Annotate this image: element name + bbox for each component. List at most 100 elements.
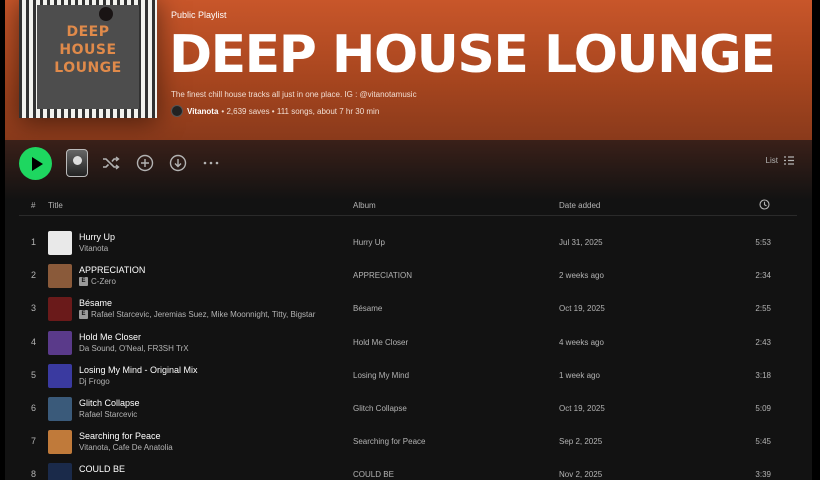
track-artist[interactable]: Da Sound, O'Neal, FR3SH TrX [79, 344, 189, 353]
track-album[interactable]: Glitch Collapse [353, 404, 407, 413]
download-button[interactable] [168, 153, 188, 173]
table-row[interactable]: 1 Hurry Up Vitanota Hurry Up Jul 31, 202… [19, 226, 797, 259]
track-artwork [48, 264, 72, 289]
view-mode-toggle[interactable]: List [766, 156, 794, 165]
table-row[interactable]: 6 Glitch Collapse Rafael Starcevic Glitc… [19, 392, 797, 425]
track-date-added: 4 weeks ago [559, 337, 604, 347]
download-icon [169, 154, 187, 172]
track-title[interactable]: Hold Me Closer [79, 332, 141, 342]
more-icon [203, 161, 219, 165]
header-index: # [31, 201, 36, 210]
track-index: 2 [31, 270, 37, 281]
track-title[interactable]: Losing My Mind - Original Mix [79, 365, 198, 375]
track-artist[interactable]: E Rafael Starcevic, Jeremias Suez, Mike M… [79, 310, 315, 320]
track-duration: 3:18 [755, 370, 771, 380]
track-date-added: Sep 2, 2025 [559, 437, 603, 447]
track-artwork [48, 330, 72, 355]
playlist-title: DEEP HOUSE LOUNGE [169, 25, 776, 85]
track-title[interactable]: Glitch Collapse [79, 398, 140, 408]
clock-icon [759, 199, 770, 210]
track-album[interactable]: Searching for Peace [353, 437, 426, 446]
track-duration: 5:45 [755, 437, 771, 447]
header-duration[interactable] [759, 199, 770, 212]
cover-line: DEEP [66, 24, 110, 40]
track-album[interactable]: Bésame [353, 304, 382, 313]
owner-link[interactable]: Vitanota [187, 107, 218, 116]
track-artist[interactable]: Vitanota [79, 244, 108, 253]
track-album[interactable]: Hurry Up [353, 238, 385, 247]
owner-avatar[interactable] [171, 105, 183, 117]
table-row[interactable]: 2 APPRECIATION E C-Zero APPRECIATION 2 we… [19, 259, 797, 292]
track-album[interactable]: Losing My Mind [353, 371, 409, 380]
shuffle-icon [103, 156, 120, 170]
action-bar: List [5, 145, 812, 183]
track-date-added: Nov 2, 2025 [559, 470, 603, 480]
track-date-added: Oct 19, 2025 [559, 304, 605, 314]
track-artwork [48, 463, 72, 480]
save-to-library-button[interactable] [135, 153, 155, 173]
artist-name[interactable]: Vitanota [79, 244, 108, 253]
table-row[interactable]: 7 Searching for Peace Vitanota, Cafe De … [19, 425, 797, 458]
preview-cover-icon [73, 156, 82, 165]
artist-name[interactable]: C-Zero [91, 277, 116, 286]
explicit-badge: E [79, 277, 88, 287]
header-title[interactable]: Title [48, 201, 63, 210]
add-circle-icon [136, 154, 154, 172]
track-artist[interactable]: Vitanota, Cafe De Anatolia [79, 443, 173, 452]
track-index: 5 [31, 369, 37, 380]
track-artist[interactable]: Rafael Starcevic [79, 410, 137, 419]
track-duration: 5:53 [755, 238, 771, 247]
playlist-header: DEEP HOUSE LOUNGE Public Playlist DEEP H… [5, 0, 812, 140]
track-title[interactable]: COULD BE [79, 464, 125, 474]
track-index: 7 [31, 436, 37, 447]
artist-name[interactable]: Vitanota, Cafe De Anatolia [79, 443, 173, 452]
header-album[interactable]: Album [353, 201, 376, 210]
cover-line: LOUNGE [54, 60, 122, 76]
artist-name[interactable]: Dj Frogo [79, 377, 110, 386]
track-title[interactable]: Hurry Up [79, 232, 115, 242]
cover-title: DEEP HOUSE LOUNGE [37, 23, 139, 77]
track-title[interactable]: Searching for Peace [79, 431, 161, 441]
track-artist[interactable]: E C-Zero [79, 277, 116, 287]
play-button[interactable] [19, 147, 52, 180]
track-duration: 2:55 [755, 304, 771, 314]
tracklist-header: # Title Album Date added [19, 196, 797, 216]
playlist-meta: Vitanota • 2,639 saves • 111 songs, abou… [171, 104, 379, 118]
track-artwork [48, 297, 72, 322]
track-album[interactable]: APPRECIATION [353, 271, 412, 280]
table-row[interactable]: 8 COULD BE COULD BE Nov 2, 2025 3:39 [19, 458, 797, 480]
table-row[interactable]: 4 Hold Me Closer Da Sound, O'Neal, FR3SH… [19, 326, 797, 359]
table-row[interactable]: 3 Bésame E Rafael Starcevic, Jeremias Sue… [19, 292, 797, 325]
explicit-badge: E [79, 310, 88, 320]
track-index: 3 [31, 303, 37, 314]
track-duration: 2:34 [755, 271, 771, 281]
track-artwork [48, 363, 72, 388]
cover-line: HOUSE [59, 42, 117, 58]
track-date-added: 2 weeks ago [559, 271, 604, 281]
track-date-added: Oct 19, 2025 [559, 403, 605, 413]
track-title[interactable]: APPRECIATION [79, 265, 145, 275]
artist-name[interactable]: Rafael Starcevic [79, 410, 137, 419]
playlist-cover[interactable]: DEEP HOUSE LOUNGE [19, 0, 157, 118]
preview-cover-button[interactable] [66, 149, 88, 177]
track-title[interactable]: Bésame [79, 298, 112, 308]
more-options-button[interactable] [201, 153, 221, 173]
track-date-added: Jul 31, 2025 [559, 238, 603, 247]
shuffle-button[interactable] [101, 153, 121, 173]
playlist-description: The finest chill house tracks all just i… [171, 90, 417, 99]
track-date-added: 1 week ago [559, 370, 600, 380]
track-duration: 2:43 [755, 337, 771, 347]
view-mode-label: List [765, 156, 778, 165]
artist-name[interactable]: Rafael Starcevic, Jeremias Suez, Mike Mo… [91, 310, 315, 319]
track-index: 8 [31, 469, 37, 480]
track-artwork [48, 430, 72, 455]
track-album[interactable]: COULD BE [353, 470, 394, 479]
playlist-type: Public Playlist [171, 10, 227, 20]
track-album[interactable]: Hold Me Closer [353, 338, 408, 347]
track-artist[interactable]: Dj Frogo [79, 377, 110, 386]
header-date-added[interactable]: Date added [559, 201, 600, 210]
table-row[interactable]: 5 Losing My Mind - Original Mix Dj Frogo… [19, 359, 797, 392]
artist-name[interactable]: Da Sound, O'Neal, FR3SH TrX [79, 344, 189, 353]
track-artwork [48, 231, 72, 255]
track-index: 4 [31, 336, 37, 347]
